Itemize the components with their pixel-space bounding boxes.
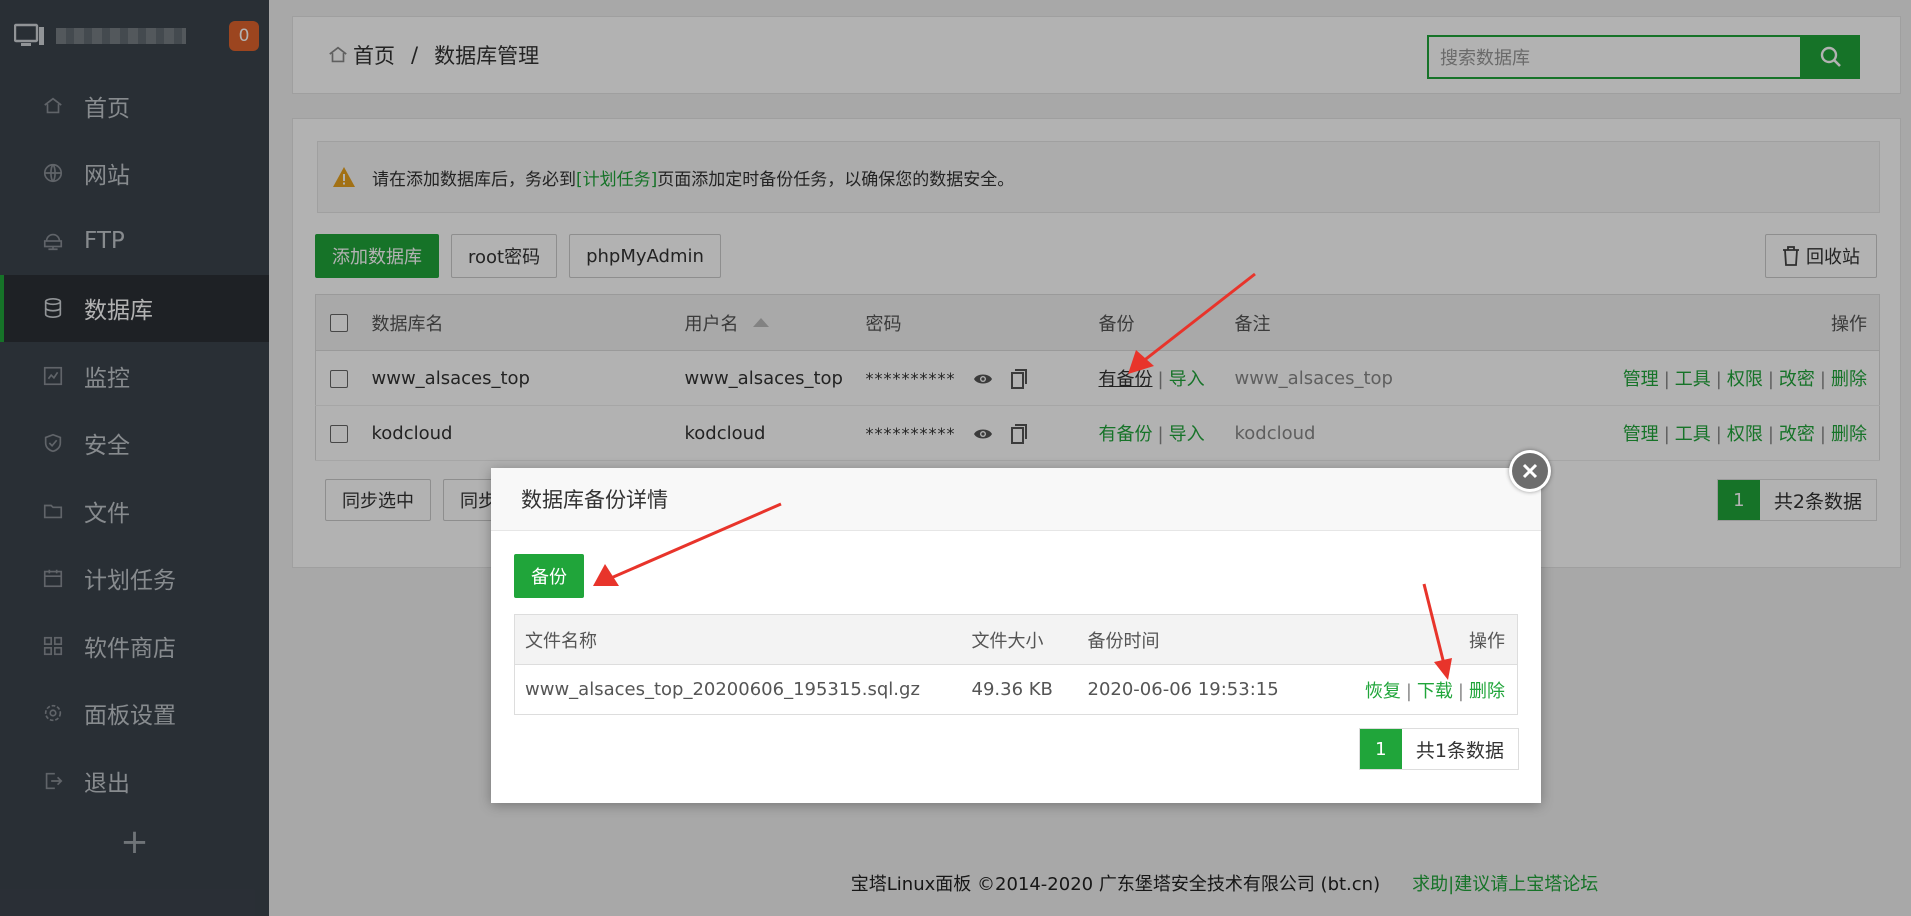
page-number[interactable]: 1 xyxy=(1359,729,1402,769)
separator: | xyxy=(1405,680,1412,702)
close-icon xyxy=(1512,453,1548,489)
download-link[interactable]: 下载 xyxy=(1417,681,1453,702)
backup-filename: www_alsaces_top_20200606_195315.sql.gz xyxy=(525,679,920,700)
col-filesize: 文件大小 xyxy=(971,614,1088,665)
col-ops: 操作 xyxy=(1337,614,1518,665)
backup-filesize: 49.36 KB xyxy=(971,679,1053,700)
table-row: www_alsaces_top_20200606_195315.sql.gz 4… xyxy=(515,665,1518,715)
backup-detail-dialog: 数据库备份详情 备份 文件名称 文件大小 备份时间 操作 www_alsaces… xyxy=(491,450,1551,803)
backup-table: 文件名称 文件大小 备份时间 操作 www_alsaces_top_202006… xyxy=(514,614,1518,715)
backup-button[interactable]: 备份 xyxy=(514,554,584,598)
delete-backup-link[interactable]: 删除 xyxy=(1469,681,1505,702)
col-filename: 文件名称 xyxy=(514,614,972,665)
backup-ops: 恢复 | 下载 | 删除 xyxy=(1338,665,1518,715)
backup-time: 2020-06-06 19:53:15 xyxy=(1087,679,1279,700)
restore-link[interactable]: 恢复 xyxy=(1365,681,1401,702)
col-backup-time: 备份时间 xyxy=(1087,614,1338,665)
dialog-title: 数据库备份详情 xyxy=(491,468,1541,531)
separator: | xyxy=(1457,680,1464,702)
dialog-pagination: 1 共1条数据 xyxy=(1358,728,1519,770)
table-header-row: 文件名称 文件大小 备份时间 操作 xyxy=(514,614,1518,665)
total-count: 共1条数据 xyxy=(1401,729,1518,769)
close-button[interactable] xyxy=(1509,450,1551,492)
